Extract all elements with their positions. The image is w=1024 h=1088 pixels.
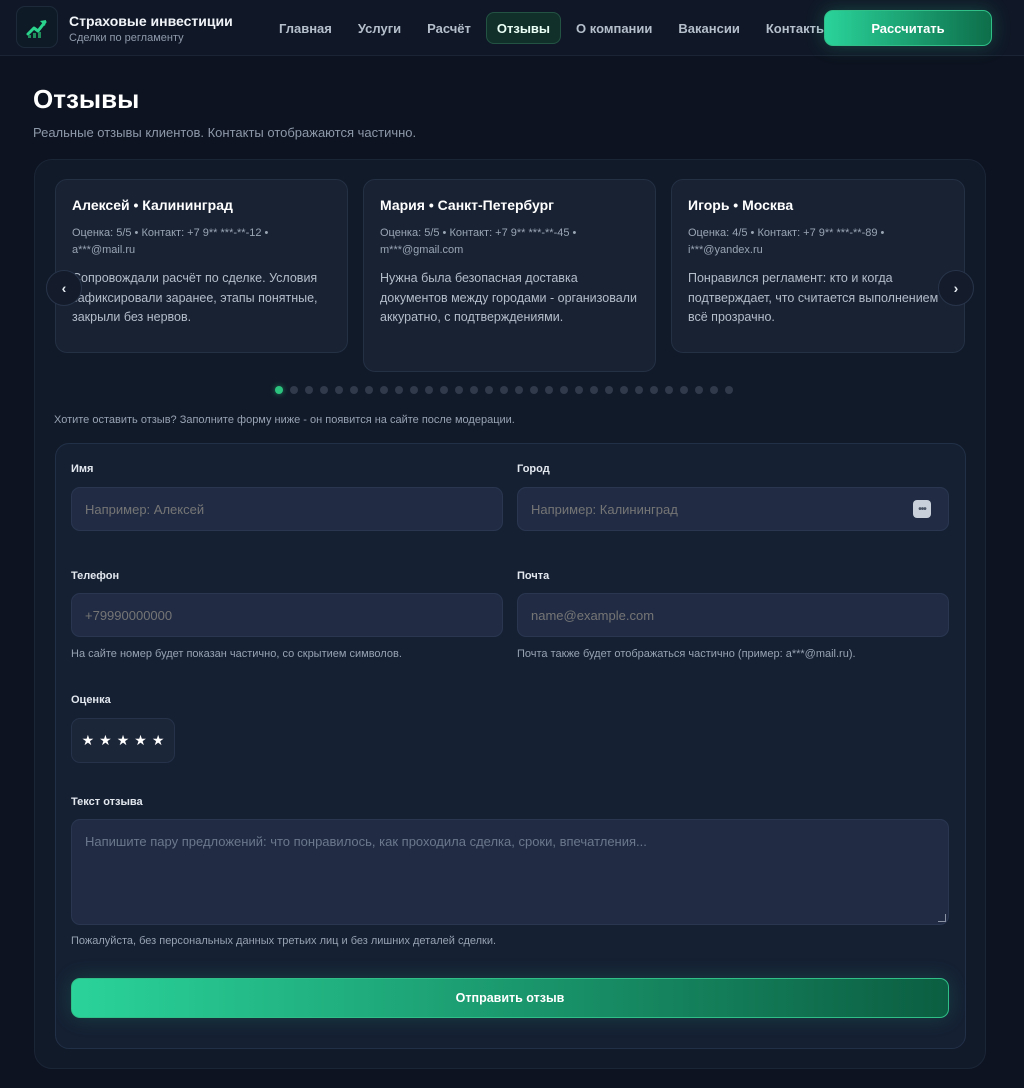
star-icon[interactable]: ★ [117,732,130,749]
carousel-dot[interactable] [485,386,493,394]
phone-input[interactable] [71,593,503,637]
carousel-dot[interactable] [650,386,658,394]
carousel-dot[interactable] [635,386,643,394]
carousel-dot[interactable] [530,386,538,394]
carousel-dot[interactable] [695,386,703,394]
rating-stars[interactable]: ★ ★ ★ ★ ★ [71,718,175,763]
carousel-dot[interactable] [575,386,583,394]
page-subtitle: Реальные отзывы клиентов. Контакты отобр… [33,125,417,140]
rating-label: Оценка [71,694,111,706]
brand-subtitle: Сделки по регламенту [69,32,184,44]
email-hint: Почта также будет отображаться частично … [517,648,856,660]
review-invite-text: Хотите оставить отзыв? Заполните форму н… [54,414,515,426]
growth-chart-icon [26,20,47,38]
review-author: Алексей • Калининград [72,197,233,213]
carousel-dot[interactable] [665,386,673,394]
name-input[interactable] [71,487,503,531]
carousel-dot[interactable] [620,386,628,394]
review-card: Игорь • Москва Оценка: 4/5 • Контакт: +7… [671,179,965,353]
nav-item[interactable]: Расчёт [416,12,482,44]
carousel-dot[interactable] [515,386,523,394]
review-card: Алексей • Калининград Оценка: 5/5 • Конт… [55,179,348,353]
carousel-dot[interactable] [425,386,433,394]
carousel-dot[interactable] [605,386,613,394]
site-header: Страховые инвестиции Сделки по регламент… [0,0,1024,56]
review-form [55,443,966,1049]
carousel-dot[interactable] [335,386,343,394]
main-nav: Главная Услуги Расчёт Отзывы О компании Вакан… [268,12,842,44]
carousel-dot[interactable] [365,386,373,394]
review-textarea-placeholder: Напишите пару предложений: что понравило… [85,834,647,849]
review-meta: Оценка: 5/5 • Контакт: +7 9** ***-**-12 … [72,227,269,256]
page-title: Отзывы [33,84,140,114]
carousel-dot[interactable] [290,386,298,394]
carousel-pagination [275,386,733,394]
review-card: Мария • Санкт-Петербург Оценка: 5/5 • Ко… [363,179,656,372]
star-icon[interactable]: ★ [152,732,165,749]
review-text-label: Текст отзыва [71,796,143,808]
nav-item[interactable]: О компании [565,12,663,44]
carousel-dot[interactable] [590,386,598,394]
chevron-left-icon: ‹ [61,280,67,296]
carousel-dot[interactable] [710,386,718,394]
city-input[interactable] [517,487,949,531]
carousel-dot[interactable] [305,386,313,394]
name-label: Имя [71,463,94,475]
carousel-dot[interactable] [275,386,283,394]
carousel-prev-button[interactable]: ‹ [46,270,82,306]
nav-item[interactable]: Услуги [347,12,412,44]
email-label: Почта [517,570,550,582]
carousel-dot[interactable] [725,386,733,394]
carousel-dot[interactable] [455,386,463,394]
brand-title[interactable]: Страховые инвестиции [69,13,233,29]
carousel-dot[interactable] [410,386,418,394]
carousel-dot[interactable] [500,386,508,394]
carousel-dot[interactable] [470,386,478,394]
star-icon[interactable]: ★ [99,732,112,749]
calculate-button[interactable]: Рассчитать [824,10,992,46]
review-text: Нужна была безопасная доставка документо… [380,271,637,324]
review-text: Понравился регламент: кто и когда подтве… [688,271,946,324]
review-textarea[interactable]: Напишите пару предложений: что понравило… [71,819,949,925]
carousel-dot[interactable] [350,386,358,394]
more-dots-icon[interactable]: ••• [913,500,931,518]
review-text-hint: Пожалуйста, без персональных данных трет… [71,935,497,947]
resize-handle-icon[interactable] [938,914,946,922]
phone-label: Телефон [71,570,120,582]
review-text: Сопровождали расчёт по сделке. Условия з… [72,271,318,324]
carousel-dot[interactable] [560,386,568,394]
star-icon[interactable]: ★ [134,732,147,749]
carousel-dot[interactable] [680,386,688,394]
star-icon[interactable]: ★ [82,732,95,749]
carousel-dot[interactable] [320,386,328,394]
nav-item[interactable]: Вакансии [667,12,750,44]
nav-item[interactable]: Отзывы [485,12,562,44]
review-author: Мария • Санкт-Петербург [380,197,554,213]
submit-review-button[interactable]: Отправить отзыв [71,978,949,1018]
logo[interactable] [16,6,58,48]
carousel-dot[interactable] [380,386,388,394]
nav-item[interactable]: Главная [268,12,343,44]
carousel-dot[interactable] [440,386,448,394]
review-author: Игорь • Москва [688,197,794,213]
review-meta: Оценка: 4/5 • Контакт: +7 9** ***-**-89 … [688,227,885,256]
phone-hint: На сайте номер будет показан частично, с… [71,648,402,660]
city-label: Город [517,463,550,475]
chevron-right-icon: › [953,280,959,296]
carousel-dot[interactable] [395,386,403,394]
review-meta: Оценка: 5/5 • Контакт: +7 9** ***-**-45 … [380,227,577,256]
carousel-dot[interactable] [545,386,553,394]
carousel-next-button[interactable]: › [938,270,974,306]
email-input[interactable] [517,593,949,637]
